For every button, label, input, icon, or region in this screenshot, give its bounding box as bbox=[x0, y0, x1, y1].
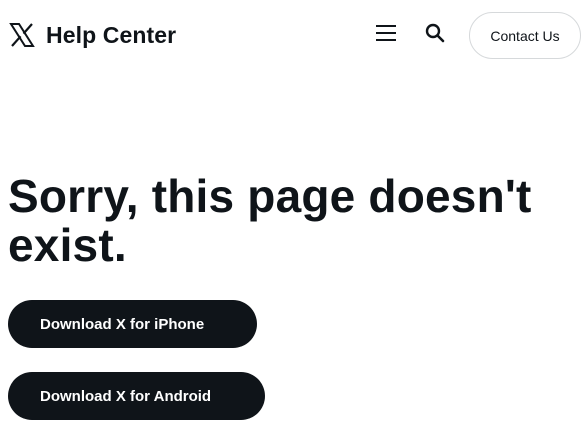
contact-us-button[interactable]: Contact Us bbox=[469, 12, 581, 59]
download-android-button[interactable]: Download X for Android bbox=[8, 372, 265, 420]
menu-button[interactable] bbox=[374, 23, 398, 47]
help-center-title: Help Center bbox=[46, 21, 177, 48]
page-not-found-headline: Sorry, this page doesn't exist. bbox=[8, 170, 532, 271]
search-icon bbox=[425, 23, 445, 48]
x-logo-icon bbox=[8, 21, 36, 49]
site-header: Help Center Contact Us bbox=[0, 0, 586, 70]
search-button[interactable] bbox=[423, 23, 447, 47]
hamburger-menu-icon bbox=[375, 24, 397, 47]
brand[interactable]: Help Center bbox=[8, 20, 176, 50]
download-iphone-button[interactable]: Download X for iPhone bbox=[8, 300, 257, 348]
